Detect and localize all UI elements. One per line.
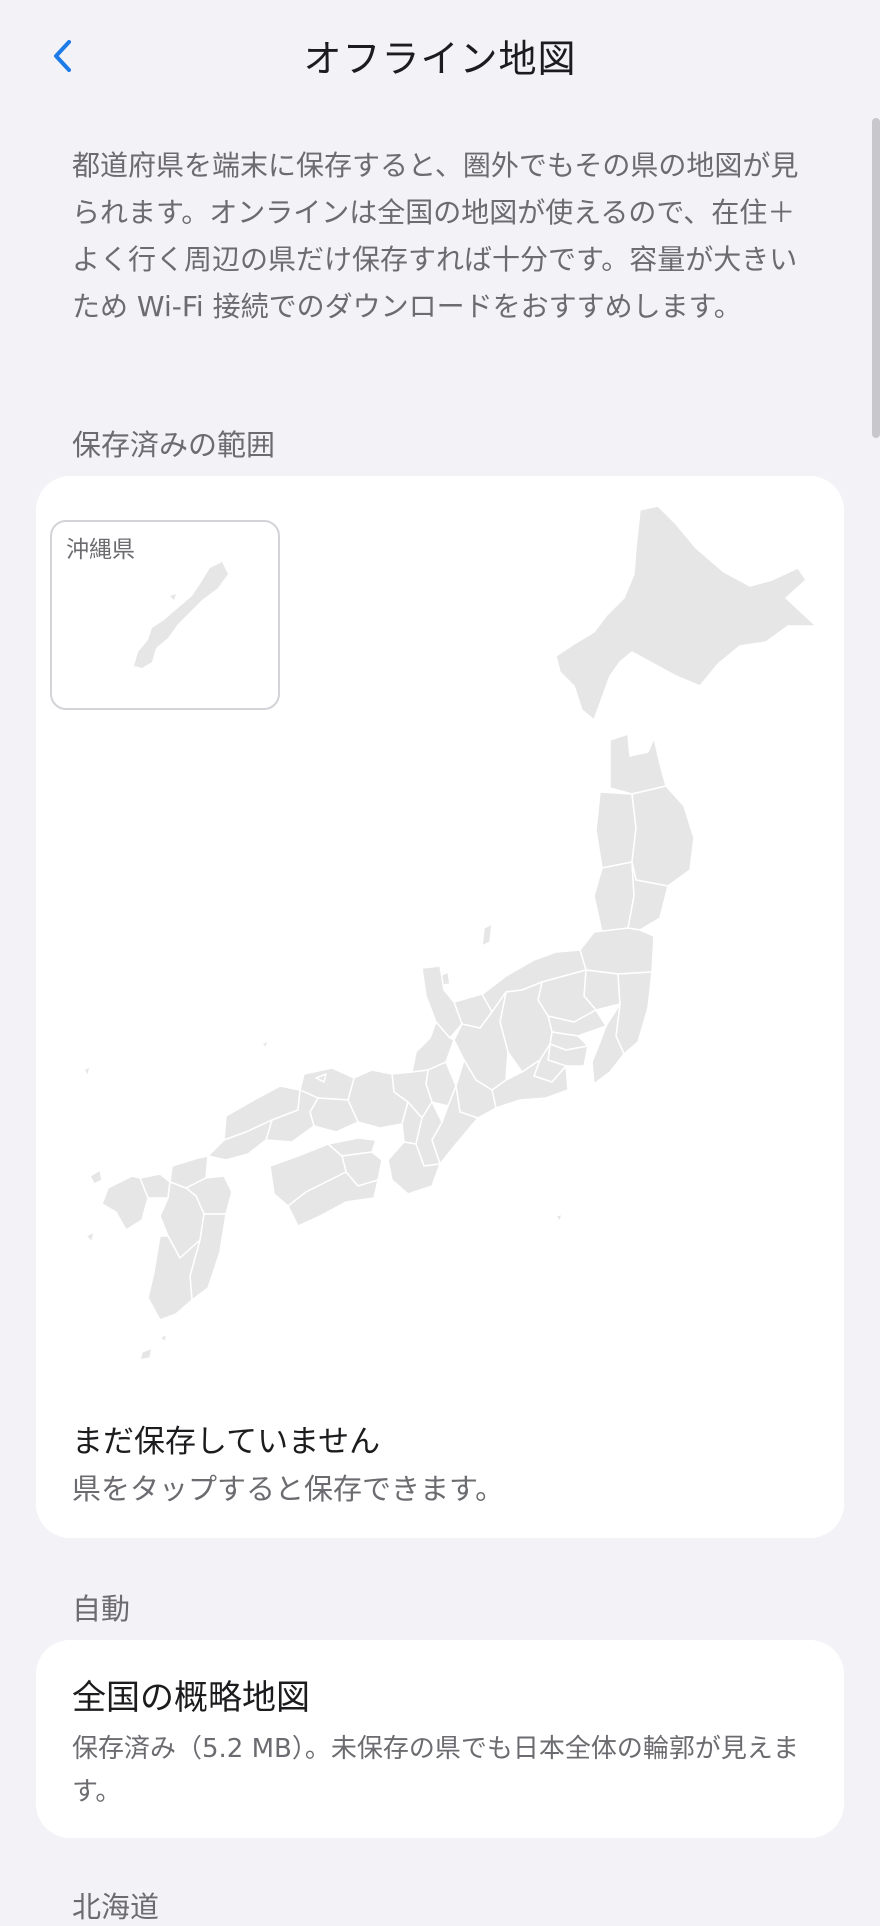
page-title: オフライン地図 bbox=[303, 37, 577, 81]
intro-description: 都道府県を端末に保存すると、圏外でもその県の地図が見られます。オンラインは全国の… bbox=[72, 149, 799, 323]
japan-map[interactable] bbox=[36, 476, 844, 1376]
prefecture-aomori bbox=[609, 733, 667, 795]
prefecture-ibaraki bbox=[615, 971, 653, 1055]
empty-state-subtitle: 県をタップすると保存できます。 bbox=[72, 1472, 505, 1506]
scrollbar[interactable] bbox=[872, 118, 880, 438]
navigation-bar: オフライン地図 bbox=[0, 0, 880, 110]
saved-map-card: 沖縄県 まだ保存していません 県をタップすると保存できます。 bbox=[36, 476, 844, 1538]
empty-state-title: まだ保存していません bbox=[72, 1424, 381, 1460]
overview-map-card[interactable]: 全国の概略地図 保存済み（5.2 MB）。未保存の県でも日本全体の輪郭が見えます… bbox=[36, 1640, 844, 1838]
section-label-auto: 自動 bbox=[72, 1592, 131, 1626]
prefecture-hokkaido bbox=[555, 505, 817, 721]
prefecture-yamagata bbox=[593, 861, 635, 933]
prefecture-akita bbox=[595, 791, 637, 869]
prefecture-fukushima bbox=[579, 927, 655, 975]
section-label-hokkaido: 北海道 bbox=[72, 1890, 160, 1924]
prefecture-nagasaki bbox=[101, 1175, 149, 1231]
prefecture-iwate bbox=[631, 785, 695, 887]
overview-map-title: 全国の概略地図 bbox=[72, 1678, 310, 1718]
overview-map-description: 保存済み（5.2 MB）。未保存の県でも日本全体の輪郭が見えます。 bbox=[72, 1734, 799, 1807]
section-label-saved: 保存済みの範囲 bbox=[72, 428, 276, 462]
